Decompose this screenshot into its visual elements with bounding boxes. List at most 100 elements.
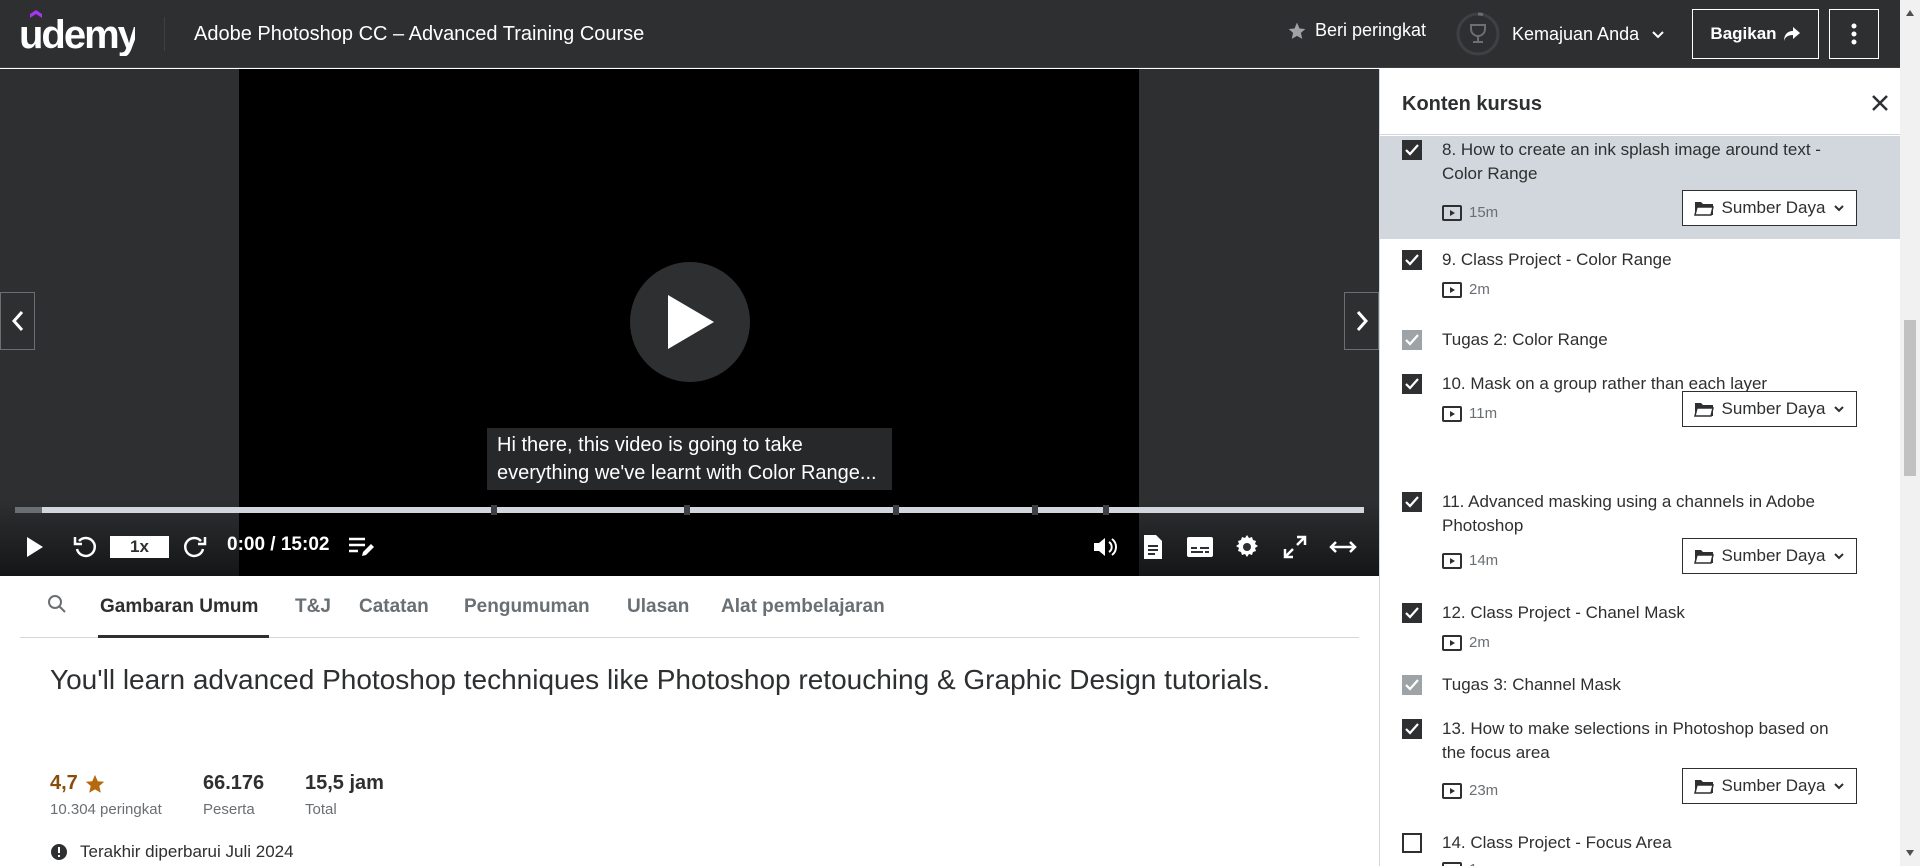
hours-label: Total [305,801,337,818]
page-scrollbar-thumb[interactable] [1904,320,1916,476]
lecture-item[interactable]: 9. Class Project - Color Range 2m [1380,239,1901,319]
lecture-item[interactable]: 10. Mask on a group rather than each lay… [1380,363,1901,475]
chevron-down-icon [1834,406,1845,413]
lecture-complete-checkbox[interactable] [1402,833,1422,853]
chevron-down-icon [1834,553,1845,560]
resources-dropdown-button[interactable]: Sumber Daya [1682,190,1857,226]
active-tab-indicator [98,635,269,638]
lecture-complete-checkbox[interactable] [1402,250,1422,270]
udemy-logo[interactable]: udemy [19,10,135,56]
share-button[interactable]: Bagikan [1692,9,1819,59]
search-tab[interactable] [47,594,67,619]
lecture-complete-checkbox[interactable] [1402,492,1422,512]
lecture-duration: 1m [1442,861,1490,866]
lecture-duration: 2m [1442,281,1490,298]
lecture-duration: 11m [1442,405,1497,422]
lecture-title[interactable]: 14. Class Project - Focus Area [1442,831,1852,855]
chapter-marker[interactable] [683,505,690,515]
lecture-complete-checkbox[interactable] [1402,603,1422,623]
progress-dropdown[interactable]: Kemajuan Anda [1456,12,1665,56]
resources-dropdown-button[interactable]: Sumber Daya [1682,391,1857,427]
fullscreen-button[interactable] [1280,532,1310,562]
lecture-item[interactable]: Tugas 3: Channel Mask [1380,663,1901,707]
duration-text: 11m [1469,405,1498,422]
course-title[interactable]: Adobe Photoshop CC – Advanced Training C… [194,23,644,46]
chevron-right-icon [1356,311,1368,331]
lecture-title[interactable]: 12. Class Project - Chanel Mask [1442,601,1852,625]
lecture-duration: 23m [1442,782,1498,799]
settings-button[interactable] [1232,532,1262,562]
duration-text: 14m [1469,552,1499,569]
captions-button[interactable] [1184,532,1216,562]
add-note-button[interactable] [346,532,376,562]
lecture-item[interactable]: 13. How to make selections in Photoshop … [1380,707,1901,821]
sidebar-title: Konten kursus [1402,93,1543,115]
scroll-down-icon[interactable] [1905,848,1915,858]
lecture-complete-checkbox[interactable] [1402,330,1422,350]
tab-qa[interactable]: T&J [295,596,331,618]
resources-label: Sumber Daya [1721,546,1826,565]
playback-speed-button[interactable]: 1x [110,536,169,558]
tab-notes[interactable]: Catatan [359,596,429,618]
transcript-button[interactable] [1138,532,1168,562]
forward-5s-button[interactable] [180,532,210,562]
volume-button[interactable] [1090,532,1120,562]
vertical-dots-icon [1851,23,1857,45]
rate-course-button[interactable]: Beri peringkat [1287,20,1426,41]
lecture-complete-checkbox[interactable] [1402,719,1422,739]
play-button[interactable] [22,532,48,562]
page-scrollbar[interactable] [1900,0,1920,866]
video-player[interactable]: Hi there, this video is going to take ev… [0,69,1379,576]
chapter-marker[interactable] [1031,505,1038,515]
svg-text:udemy: udemy [19,13,135,56]
scroll-up-icon[interactable] [1905,8,1915,18]
more-options-button[interactable] [1829,9,1879,59]
lecture-item[interactable]: Tugas 2: Color Range [1380,319,1901,363]
lecture-item[interactable]: 8. How to create an ink splash image aro… [1380,136,1901,239]
expand-width-button[interactable] [1326,532,1360,562]
chapter-marker[interactable] [892,505,899,515]
lecture-title[interactable]: Tugas 3: Channel Mask [1442,673,1852,697]
duration-text: 1m [1469,861,1490,866]
chapter-marker[interactable] [1103,505,1110,515]
lecture-complete-checkbox[interactable] [1402,140,1422,160]
lecture-item[interactable]: 11. Advanced masking using a channels in… [1380,475,1901,588]
document-icon [1144,535,1162,559]
resources-dropdown-button[interactable]: Sumber Daya [1682,538,1857,574]
chapter-marker[interactable] [490,505,497,515]
lecture-title[interactable]: Tugas 2: Color Range [1442,328,1852,352]
lecture-title[interactable]: 8. How to create an ink splash image aro… [1442,138,1852,186]
seek-bar[interactable] [15,505,1364,515]
rewind-5s-button[interactable] [70,532,100,562]
resources-dropdown-button[interactable]: Sumber Daya [1682,768,1857,804]
share-label: Bagikan [1710,24,1777,43]
course-content-sidebar: Konten kursus 8. How to create an ink sp… [1379,69,1920,866]
lecture-title[interactable]: 11. Advanced masking using a channels in… [1442,490,1852,538]
tab-reviews[interactable]: Ulasan [627,596,689,618]
last-updated: Terakhir diperbarui Juli 2024 [50,842,294,862]
rating-stat: 4,7 10.304 peringkat [50,772,162,818]
play-icon [27,537,43,557]
course-headline: You'll learn advanced Photoshop techniqu… [50,664,1270,695]
lecture-item[interactable]: 12. Class Project - Chanel Mask 2m [1380,588,1901,663]
tab-overview[interactable]: Gambaran Umum [100,596,258,618]
tab-learning-tools[interactable]: Alat pembelajaran [721,596,885,618]
lecture-complete-checkbox[interactable] [1402,374,1422,394]
lecture-title[interactable]: 9. Class Project - Color Range [1442,248,1852,272]
volume-icon [1094,538,1117,556]
lecture-complete-checkbox[interactable] [1402,675,1422,695]
lecture-title[interactable]: 13. How to make selections in Photoshop … [1442,717,1852,765]
close-sidebar-button[interactable] [1867,90,1893,116]
duration-text: 15m [1469,204,1499,221]
previous-lecture-button[interactable] [0,292,35,350]
tab-announcements[interactable]: Pengumuman [464,596,590,618]
seek-bar-progress [15,507,42,513]
lecture-item[interactable]: 14. Class Project - Focus Area 1m [1380,821,1901,866]
video-icon [1442,634,1462,651]
big-play-button[interactable] [630,262,750,382]
next-lecture-button[interactable] [1344,292,1379,350]
rating-value: 4,7 [50,772,78,794]
resources-label: Sumber Daya [1721,198,1826,217]
lecture-tabs: Gambaran Umum T&J Catatan Pengumuman Ula… [20,577,1359,638]
students-stat: 66.176 Peserta [203,772,264,818]
